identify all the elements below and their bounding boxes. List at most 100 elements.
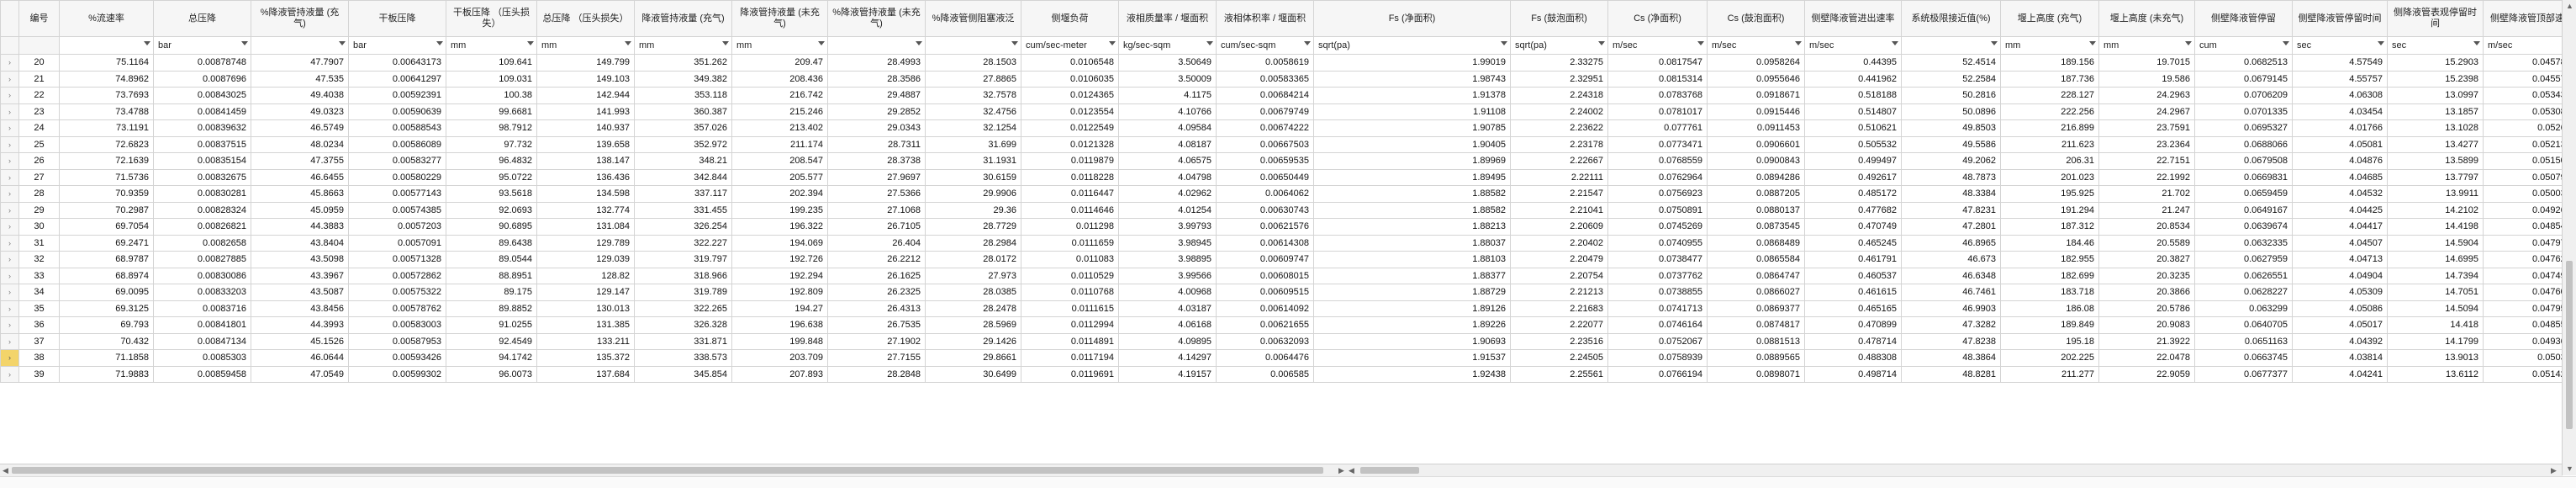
table-cell[interactable]: 2.21547 [1510, 185, 1608, 203]
table-cell[interactable]: 21.3922 [2098, 332, 2195, 350]
table-cell[interactable]: 4.09895 [1118, 332, 1217, 350]
table-cell[interactable]: 0.0110768 [1021, 284, 1119, 301]
row-number[interactable]: 38 [18, 349, 60, 367]
table-cell[interactable]: 0.0745269 [1607, 218, 1708, 236]
unit-selector[interactable]: sqrt(pa) [1313, 36, 1511, 55]
table-row[interactable]: › 29 70.2987 0.00828324 45.0959 0.00574385 92.… [0, 201, 2563, 219]
table-cell[interactable]: 0.485172 [1804, 185, 1902, 203]
table-cell[interactable]: 0.0750891 [1607, 201, 1708, 219]
table-cell[interactable]: 192.726 [731, 251, 828, 268]
table-cell[interactable]: 47.3755 [251, 152, 349, 170]
table-cell[interactable]: 69.3125 [59, 300, 154, 317]
table-cell[interactable]: 211.623 [2000, 135, 2099, 153]
table-cell[interactable]: 0.0474913 [2483, 267, 2563, 284]
table-cell[interactable]: 0.00632093 [1216, 332, 1314, 350]
table-cell[interactable]: 0.00843025 [153, 87, 251, 104]
table-cell[interactable]: 4.05017 [2292, 316, 2388, 334]
table-cell[interactable]: 69.7054 [59, 218, 154, 236]
table-cell[interactable]: 331.871 [634, 332, 732, 350]
column-header[interactable]: 总压降 （压头损失） [536, 0, 635, 37]
table-cell[interactable]: 2.23622 [1510, 119, 1608, 137]
row-number[interactable]: 33 [18, 267, 60, 284]
table-cell[interactable]: 29.2852 [827, 103, 926, 120]
table-cell[interactable]: 351.262 [634, 54, 732, 72]
horizontal-scroll-thumb[interactable] [12, 467, 1323, 474]
table-cell[interactable]: 0.00830281 [153, 185, 251, 203]
table-cell[interactable]: 27.8865 [925, 70, 1021, 88]
table-cell[interactable]: 32.4756 [925, 103, 1021, 120]
table-cell[interactable]: 206.31 [2000, 152, 2099, 170]
table-row[interactable]: › 27 71.5736 0.00832675 46.6455 0.00580229 95.… [0, 168, 2563, 186]
table-cell[interactable]: 13.5899 [2387, 152, 2484, 170]
table-cell[interactable]: 0.00835154 [153, 152, 251, 170]
table-cell[interactable]: 0.465245 [1804, 234, 1902, 252]
dropdown-arrow-icon[interactable] [1206, 41, 1213, 45]
table-row[interactable]: › 34 69.0095 0.00833203 43.5087 0.00575322 89.… [0, 284, 2563, 301]
table-cell[interactable]: 45.0959 [251, 201, 349, 219]
table-cell[interactable]: 131.385 [536, 316, 635, 334]
column-header[interactable]: 编号 [18, 0, 60, 37]
table-cell[interactable]: 128.82 [536, 267, 635, 284]
row-number[interactable]: 20 [18, 54, 60, 72]
table-cell[interactable]: 49.5586 [1901, 135, 2001, 153]
table-cell[interactable]: 0.0900843 [1707, 152, 1805, 170]
table-cell[interactable]: 31.1931 [925, 152, 1021, 170]
table-cell[interactable]: 0.0116447 [1021, 185, 1119, 203]
table-cell[interactable]: 222.256 [2000, 103, 2099, 120]
table-cell[interactable]: 0.050355 [2483, 349, 2563, 367]
table-cell[interactable]: 345.854 [634, 365, 732, 383]
table-cell[interactable]: 0.0738855 [1607, 284, 1708, 301]
scroll-down-arrow-icon[interactable]: ▼ [2566, 464, 2573, 473]
table-cell[interactable]: 47.7907 [251, 54, 349, 72]
table-cell[interactable]: 4.04507 [2292, 234, 2388, 252]
table-cell[interactable]: 44.3993 [251, 316, 349, 334]
table-cell[interactable]: 28.2848 [827, 365, 926, 383]
table-cell[interactable]: 47.3282 [1901, 316, 2001, 334]
results-grid[interactable]: 编号 %流速率 总压降 %降液管持液量 (充气) 干板压降 干板压降 （压头损失） 总压降 … [0, 0, 2563, 463]
table-cell[interactable]: 109.641 [446, 54, 537, 72]
table-cell[interactable]: 0.0880137 [1707, 201, 1805, 219]
table-cell[interactable]: 0.0682513 [2194, 54, 2293, 72]
table-cell[interactable]: 0.0781017 [1607, 103, 1708, 120]
table-cell[interactable]: 187.736 [2000, 70, 2099, 88]
row-number[interactable]: 26 [18, 152, 60, 170]
table-cell[interactable]: 2.21683 [1510, 300, 1608, 317]
table-cell[interactable]: 0.0058619 [1216, 54, 1314, 72]
table-cell[interactable]: 0.0640705 [2194, 316, 2293, 334]
table-cell[interactable]: 4.04798 [1118, 168, 1217, 186]
table-cell[interactable]: 49.8503 [1901, 119, 2001, 137]
dropdown-arrow-icon[interactable] [2089, 41, 2096, 45]
table-cell[interactable]: 0.00833203 [153, 284, 251, 301]
table-cell[interactable]: 2.21041 [1510, 201, 1608, 219]
unit-selector[interactable]: sec [2387, 36, 2484, 55]
table-cell[interactable]: 360.387 [634, 103, 732, 120]
table-cell[interactable]: 0.00593426 [348, 349, 446, 367]
table-cell[interactable]: 0.00609747 [1216, 251, 1314, 268]
table-cell[interactable]: 74.8962 [59, 70, 154, 88]
table-cell[interactable]: 28.0172 [925, 251, 1021, 268]
table-cell[interactable]: 0.0627959 [2194, 251, 2293, 268]
table-cell[interactable]: 20.8534 [2098, 218, 2195, 236]
table-cell[interactable]: 0.00828324 [153, 201, 251, 219]
dropdown-arrow-icon[interactable] [625, 41, 631, 45]
row-selector-icon[interactable]: › [0, 70, 19, 88]
table-cell[interactable]: 28.7729 [925, 218, 1021, 236]
table-cell[interactable]: 0.0479768 [2483, 234, 2563, 252]
table-cell[interactable]: 45.1526 [251, 332, 349, 350]
table-cell[interactable]: 45.8663 [251, 185, 349, 203]
table-cell[interactable]: 3.99566 [1118, 267, 1217, 284]
table-cell[interactable]: 322.265 [634, 300, 732, 317]
table-cell[interactable]: 211.277 [2000, 365, 2099, 383]
dropdown-arrow-icon[interactable] [2378, 41, 2384, 45]
table-cell[interactable]: 2.23516 [1510, 332, 1608, 350]
table-cell[interactable]: 0.470899 [1804, 316, 1902, 334]
table-cell[interactable]: 182.955 [2000, 251, 2099, 268]
table-cell[interactable]: 0.44395 [1804, 54, 1902, 72]
table-cell[interactable]: 0.0887205 [1707, 185, 1805, 203]
table-cell[interactable]: 0.0695327 [2194, 119, 2293, 137]
row-selector-icon[interactable]: › [0, 168, 19, 186]
table-cell[interactable]: 0.0918671 [1707, 87, 1805, 104]
table-cell[interactable]: 2.22667 [1510, 152, 1608, 170]
table-cell[interactable]: 89.0544 [446, 251, 537, 268]
table-cell[interactable]: 0.0915446 [1707, 103, 1805, 120]
